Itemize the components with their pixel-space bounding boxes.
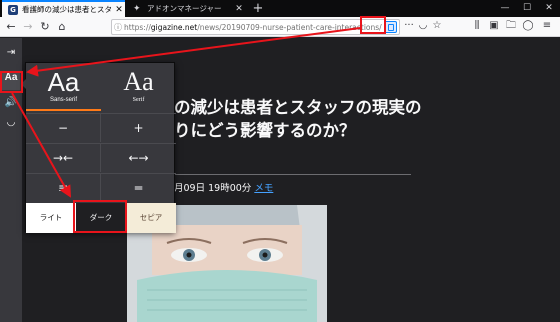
pocket-icon[interactable]: ◡ <box>416 19 430 33</box>
folder-icon[interactable]: 🗀 <box>504 19 518 33</box>
dark-theme-highlight <box>73 200 127 233</box>
memo-link[interactable]: メモ <box>254 183 273 194</box>
content-narrower-button[interactable]: →← <box>26 143 101 172</box>
url-bar[interactable]: ⓘ https://gigazine.net/news/20190709-nur… <box>111 19 400 35</box>
font-sans-serif-button[interactable]: Aa Sans-serif <box>26 63 101 111</box>
aa-button-highlight <box>0 71 23 93</box>
navigation-toolbar: ← → ↻ ⌂ ⓘ https://gigazine.net/news/2019… <box>0 17 560 37</box>
close-reader-icon[interactable]: ⇥ <box>2 44 20 62</box>
line-height-more-button[interactable]: ═ <box>101 173 176 202</box>
title-line-2: りにどう影響するのか？ <box>174 121 356 140</box>
font-serif-button[interactable]: Aa Serif <box>101 63 176 111</box>
url-text[interactable]: https://gigazine.net/news/20190709-nurse… <box>124 23 382 32</box>
back-button[interactable]: ← <box>3 19 19 35</box>
tab-strip: G 看護師の減少は患者とスタッフの現 ✕ ✦ アドオンマネージャー ✕ + — … <box>0 0 560 17</box>
account-icon[interactable]: ◯ <box>521 19 535 33</box>
theme-sepia-button[interactable]: セピア <box>126 203 176 233</box>
tab-gigazine-article[interactable]: G 看護師の減少は患者とスタッフの現 ✕ <box>2 0 125 17</box>
reader-button-highlight <box>360 16 386 34</box>
hamburger-menu-icon[interactable]: ≡ <box>540 19 554 33</box>
forward-button[interactable]: → <box>20 19 36 35</box>
font-sans-serif-label: Sans-serif <box>49 97 77 103</box>
close-tab-icon[interactable]: ✕ <box>113 5 125 15</box>
maximize-button[interactable]: ☐ <box>516 0 538 17</box>
article-date: 月09日 19時00分 <box>174 183 255 194</box>
gigazine-favicon-icon: G <box>8 4 18 15</box>
tab-title: アドオンマネージャー <box>147 4 222 13</box>
library-icon[interactable]: ⫼ <box>470 19 484 33</box>
sidebar-icon[interactable]: ▣ <box>487 19 501 33</box>
divider <box>174 174 411 175</box>
content-wider-button[interactable]: ←→ <box>101 143 176 172</box>
home-button[interactable]: ⌂ <box>54 19 70 35</box>
minimize-button[interactable]: — <box>494 0 516 17</box>
pocket-save-icon[interactable]: ◡ <box>2 114 20 132</box>
tab-addon-manager[interactable]: ✦ アドオンマネージャー ✕ <box>127 0 245 17</box>
reload-button[interactable]: ↻ <box>37 19 53 35</box>
page-actions-menu-icon[interactable]: ··· <box>402 19 416 33</box>
tab-title: 看護師の減少は患者とスタッフの現 <box>22 5 113 14</box>
close-tab-icon[interactable]: ✕ <box>233 4 245 14</box>
font-size-plus-button[interactable]: + <box>101 113 176 142</box>
font-serif-sample: Aa <box>123 67 154 96</box>
narrate-icon[interactable]: 🔊 <box>2 94 20 112</box>
font-sans-serif-sample: Aa <box>47 67 80 97</box>
article-title: の減少は患者とスタッフの現実の りにどう影響するのか？ <box>174 96 424 142</box>
close-window-button[interactable]: ✕ <box>538 0 560 17</box>
title-line-1: の減少は患者とスタッフの現実の <box>174 98 422 117</box>
reader-view-icon <box>387 23 394 31</box>
font-size-minus-button[interactable]: − <box>26 113 101 142</box>
puzzle-icon: ✦ <box>133 3 141 14</box>
line-height-less-button[interactable]: ≡ <box>26 173 101 202</box>
font-serif-label: Serif <box>132 97 145 103</box>
new-tab-button[interactable]: + <box>251 0 265 17</box>
theme-light-button[interactable]: ライト <box>26 203 76 233</box>
bookmark-star-icon[interactable]: ☆ <box>430 19 444 33</box>
article-meta: 月09日 19時00分 メモ <box>174 180 273 194</box>
info-icon[interactable]: ⓘ <box>112 22 124 33</box>
